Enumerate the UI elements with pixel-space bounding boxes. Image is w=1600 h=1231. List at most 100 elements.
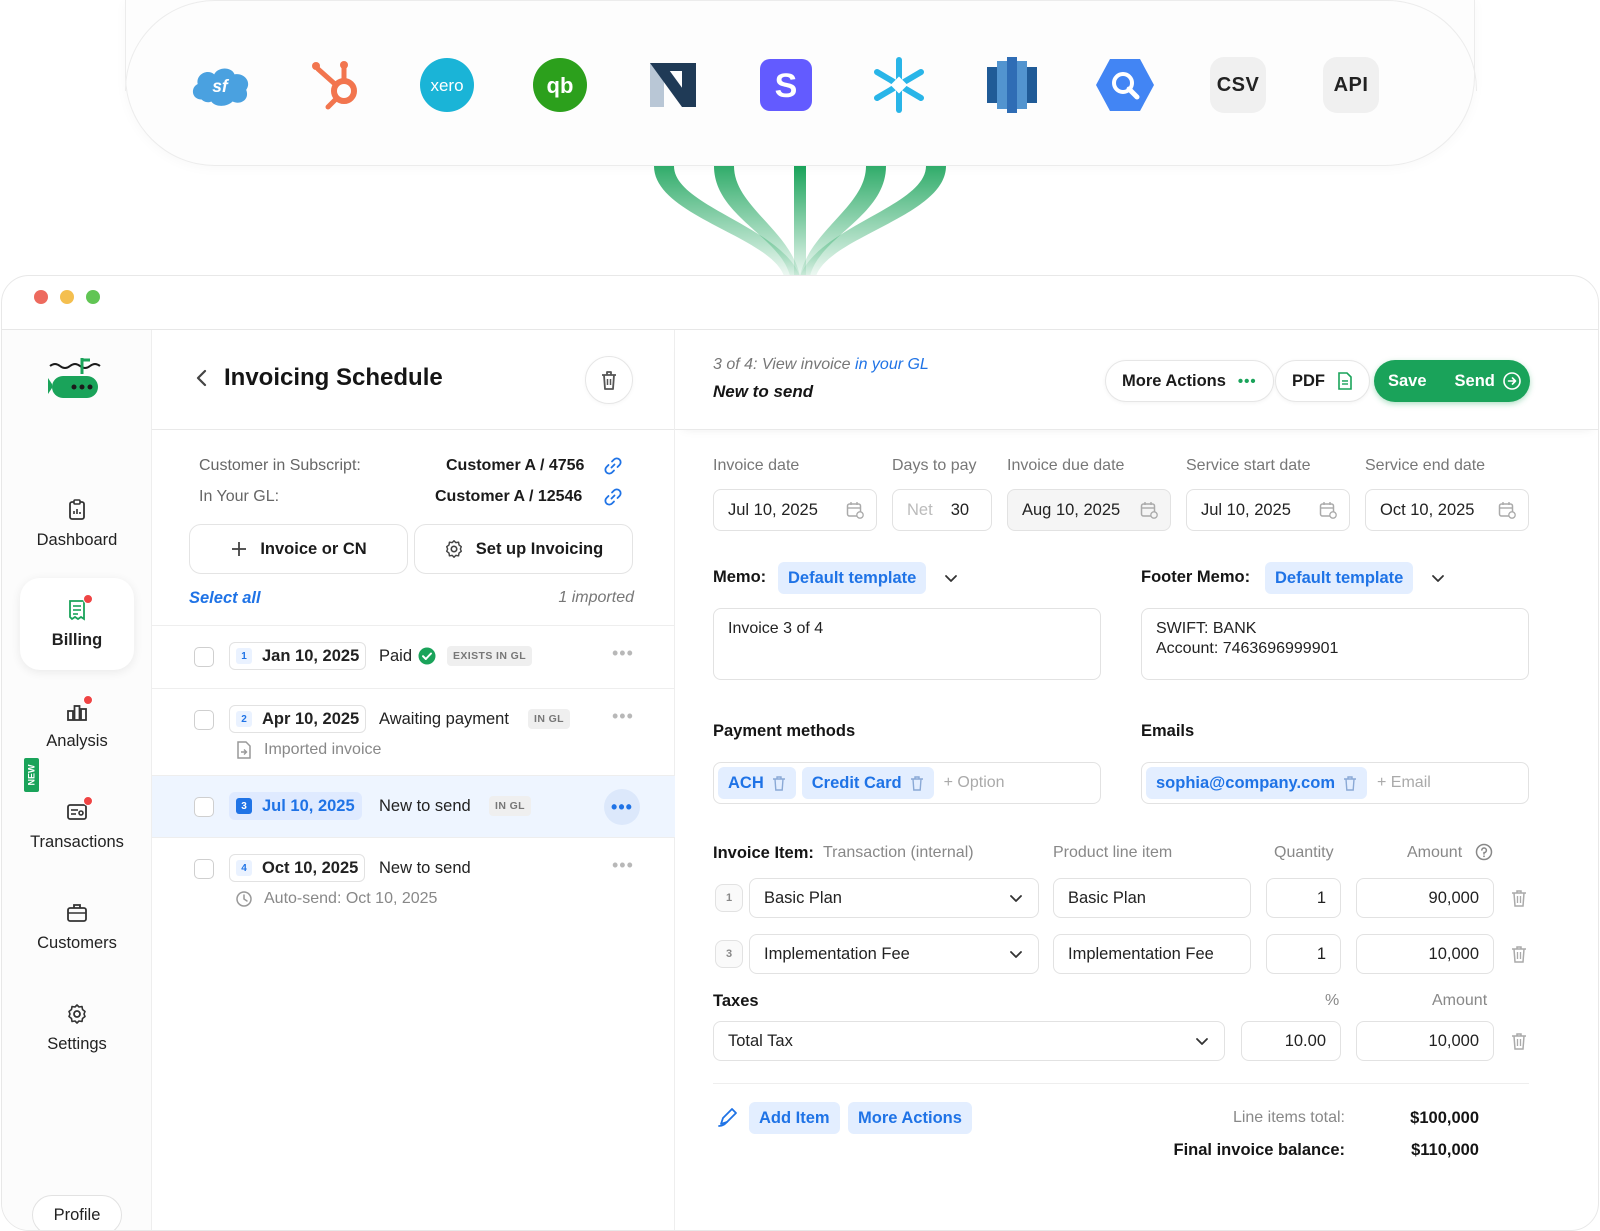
invoice-date: Jul 10, 2025	[262, 796, 355, 815]
trash-icon[interactable]	[1511, 1032, 1527, 1055]
memo-label: Memo:	[713, 568, 767, 586]
service-start-field[interactable]: Jul 10, 2025	[1186, 489, 1350, 531]
chevron-down-icon[interactable]	[943, 570, 959, 591]
profile-button[interactable]: Profile	[32, 1195, 122, 1230]
trash-icon[interactable]	[1511, 889, 1527, 912]
trash-icon[interactable]	[910, 775, 924, 791]
amount-input[interactable]: 90,000	[1356, 878, 1494, 918]
add-item-button[interactable]: Add Item	[749, 1102, 840, 1134]
tax-amount-input[interactable]: 10,000	[1356, 1021, 1494, 1061]
select-all-link[interactable]: Select all	[189, 589, 261, 608]
help-circle-icon[interactable]	[1475, 843, 1493, 866]
row-checkbox[interactable]	[194, 647, 214, 667]
sidebar-item-billing[interactable]: Billing	[20, 578, 134, 670]
setup-invoicing-button[interactable]: Set up Invoicing	[414, 524, 633, 574]
row-more-options-icon[interactable]: •••	[612, 855, 634, 876]
schedule-row-selected[interactable]: 3 Jul 10, 2025 New to send IN GL •••	[152, 775, 675, 837]
memo-textarea[interactable]: Invoice 3 of 4	[713, 608, 1101, 680]
auto-send-note: Auto-send: Oct 10, 2025	[236, 890, 437, 908]
pdf-button[interactable]: PDF	[1275, 360, 1370, 402]
row-more-options-icon[interactable]: •••	[612, 706, 634, 727]
chevron-down-icon[interactable]	[1430, 570, 1446, 591]
schedule-row[interactable]: 2 Apr 10, 2025 Awaiting payment IN GL ••…	[152, 688, 675, 775]
sidebar-item-settings[interactable]: Settings	[20, 982, 134, 1074]
maximize-window-dot[interactable]	[86, 290, 100, 304]
payment-method-chip[interactable]: Credit Card	[801, 767, 934, 799]
tax-percent-input[interactable]: 10.00	[1241, 1021, 1341, 1061]
add-email-placeholder[interactable]: + Email	[1377, 774, 1431, 792]
transaction-select[interactable]: Implementation Fee	[749, 934, 1039, 974]
tax-select[interactable]: Total Tax	[713, 1021, 1225, 1061]
sidebar-item-transactions[interactable]: Transactions	[20, 780, 134, 872]
more-actions-footer-button[interactable]: More Actions	[848, 1102, 972, 1134]
schedule-row[interactable]: 1 Jan 10, 2025 Paid EXISTS IN GL •••	[152, 625, 675, 688]
edit-link-icon[interactable]	[717, 1106, 739, 1133]
invoice-number: 3	[236, 798, 252, 814]
hubspot-logo	[302, 53, 366, 117]
sidebar-item-label: Customers	[37, 933, 117, 952]
col-quantity-header: Quantity	[1274, 844, 1334, 861]
link-icon[interactable]	[604, 488, 622, 511]
trash-icon	[602, 371, 616, 390]
final-balance-value: $110,000	[1411, 1141, 1479, 1159]
more-dots-icon: •••	[1237, 372, 1257, 390]
trash-icon[interactable]	[772, 775, 786, 791]
delete-schedule-button[interactable]	[585, 356, 633, 404]
add-option-placeholder[interactable]: + Option	[944, 774, 1005, 792]
invoice-item-label: Invoice Item:	[713, 844, 814, 862]
close-window-dot[interactable]	[34, 290, 48, 304]
save-button[interactable]: Save	[1374, 360, 1441, 402]
minimize-window-dot[interactable]	[60, 290, 74, 304]
divider	[713, 1083, 1529, 1084]
row-checkbox[interactable]	[194, 710, 214, 730]
footer-memo-textarea[interactable]: SWIFT: BANK Account: 7463696999901	[1141, 608, 1529, 680]
due-date-field[interactable]: Aug 10, 2025	[1007, 489, 1171, 531]
link-icon[interactable]	[604, 457, 622, 480]
invoice-date-chip: 1 Jan 10, 2025	[229, 642, 367, 670]
product-line-item-input[interactable]: Implementation Fee	[1053, 934, 1251, 974]
quantity-input[interactable]: 1	[1266, 878, 1341, 918]
view-in-gl-link[interactable]: in your GL	[855, 356, 929, 373]
save-label: Save	[1388, 371, 1427, 390]
memo-template-chip[interactable]: Default template	[778, 562, 927, 594]
briefcase-icon	[66, 902, 88, 924]
schedule-row[interactable]: 4 Oct 10, 2025 New to send ••• Auto-send…	[152, 837, 675, 932]
trash-icon[interactable]	[1343, 775, 1357, 791]
col-amount-header: Amount	[1407, 844, 1463, 861]
footer-template-chip[interactable]: Default template	[1265, 562, 1414, 594]
emails-field[interactable]: sophia@company.com + Email	[1141, 762, 1529, 804]
row-checkbox[interactable]	[194, 797, 214, 817]
payment-methods-field[interactable]: ACH Credit Card + Option	[713, 762, 1101, 804]
bigquery-logo	[1093, 53, 1157, 117]
payment-method-chip[interactable]: ACH	[718, 767, 796, 799]
row-checkbox[interactable]	[194, 859, 214, 879]
sidebar-item-analysis[interactable]: Analysis	[20, 679, 134, 771]
gl-status-tag: IN GL	[489, 796, 531, 816]
arrow-right-circle-icon	[1503, 372, 1521, 390]
send-label: Send	[1454, 371, 1495, 390]
row-more-options-button[interactable]: •••	[604, 789, 640, 825]
days-to-pay-field[interactable]: Net 30	[892, 489, 992, 531]
sidebar-item-customers[interactable]: Customers	[20, 881, 134, 973]
invoice-number: 1	[236, 648, 252, 664]
service-end-label: Service end date	[1365, 457, 1486, 474]
xero-label: xero	[430, 76, 463, 95]
trash-icon[interactable]	[1511, 945, 1527, 968]
send-button[interactable]: Send	[1441, 360, 1530, 402]
product-line-item-input[interactable]: Basic Plan	[1053, 878, 1251, 918]
transaction-select[interactable]: Basic Plan	[749, 878, 1039, 918]
amount-input[interactable]: 10,000	[1356, 934, 1494, 974]
service-end-field[interactable]: Oct 10, 2025	[1365, 489, 1529, 531]
invoice-status: Paid	[379, 647, 413, 665]
back-chevron-icon[interactable]	[192, 368, 212, 393]
invoice-date-field[interactable]: Jul 10, 2025	[713, 489, 877, 531]
imported-invoice-label: Imported invoice	[264, 741, 382, 758]
email-chip[interactable]: sophia@company.com	[1146, 767, 1367, 799]
add-invoice-or-cn-button[interactable]: Invoice or CN	[189, 524, 408, 574]
invoice-date-label: Invoice date	[713, 457, 800, 474]
sidebar-item-dashboard[interactable]: Dashboard	[20, 478, 134, 570]
due-date-label: Invoice due date	[1007, 457, 1125, 474]
quantity-input[interactable]: 1	[1266, 934, 1341, 974]
more-actions-button[interactable]: More Actions •••	[1105, 360, 1274, 402]
row-more-options-icon[interactable]: •••	[612, 643, 634, 664]
